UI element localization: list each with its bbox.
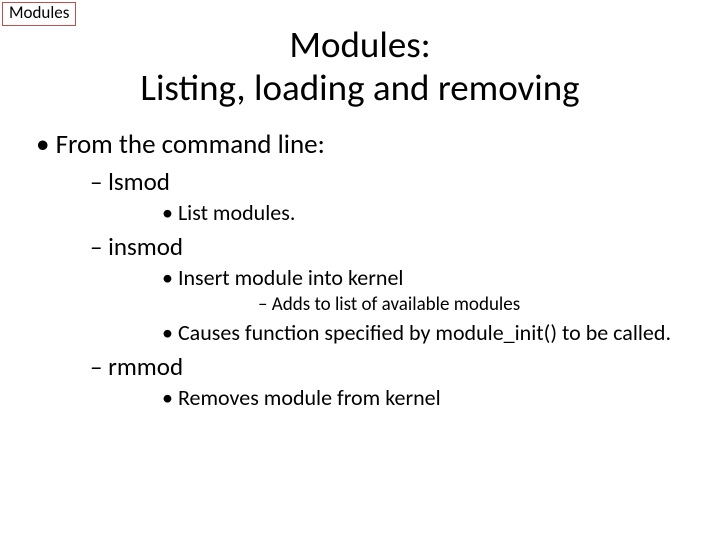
bullet-level3: Causes function specified by module_init…	[156, 319, 686, 347]
slide-title: Modules: Listing, loading and removing	[0, 24, 720, 109]
bullet-text: From the command line:	[56, 128, 325, 161]
bullet-text: Adds to list of available modules	[272, 293, 520, 316]
bullet-text: Removes module from kernel	[178, 384, 441, 411]
slide: Modules Modules: Listing, loading and re…	[0, 0, 720, 540]
topic-tag: Modules	[2, 2, 76, 26]
bullet-level4: Adds to list of available modules	[252, 293, 686, 317]
bullet-text: insmod	[108, 231, 183, 262]
bullet-level3: Removes module from kernel	[156, 384, 686, 412]
bullet-level3: Insert module into kernel Adds to list o…	[156, 264, 686, 317]
bullet-level2: insmod Insert module into kernel Adds to…	[80, 231, 686, 347]
bullet-level2: lsmod List modules.	[80, 166, 686, 227]
bullet-text: rmmod	[108, 351, 183, 382]
title-line-1: Modules:	[289, 22, 430, 67]
bullet-text: Insert module into kernel	[178, 264, 404, 291]
bullet-text: Causes function specified by module_init…	[178, 319, 671, 346]
bullet-text: lsmod	[108, 166, 170, 197]
bullet-level2: rmmod Removes module from kernel	[80, 351, 686, 412]
bullet-text: List modules.	[178, 199, 295, 226]
bullet-level3: List modules.	[156, 199, 686, 227]
title-line-2: Listing, loading and removing	[140, 65, 579, 110]
bullet-level1: From the command line: lsmod List module…	[36, 128, 686, 411]
slide-body: From the command line: lsmod List module…	[36, 128, 686, 417]
